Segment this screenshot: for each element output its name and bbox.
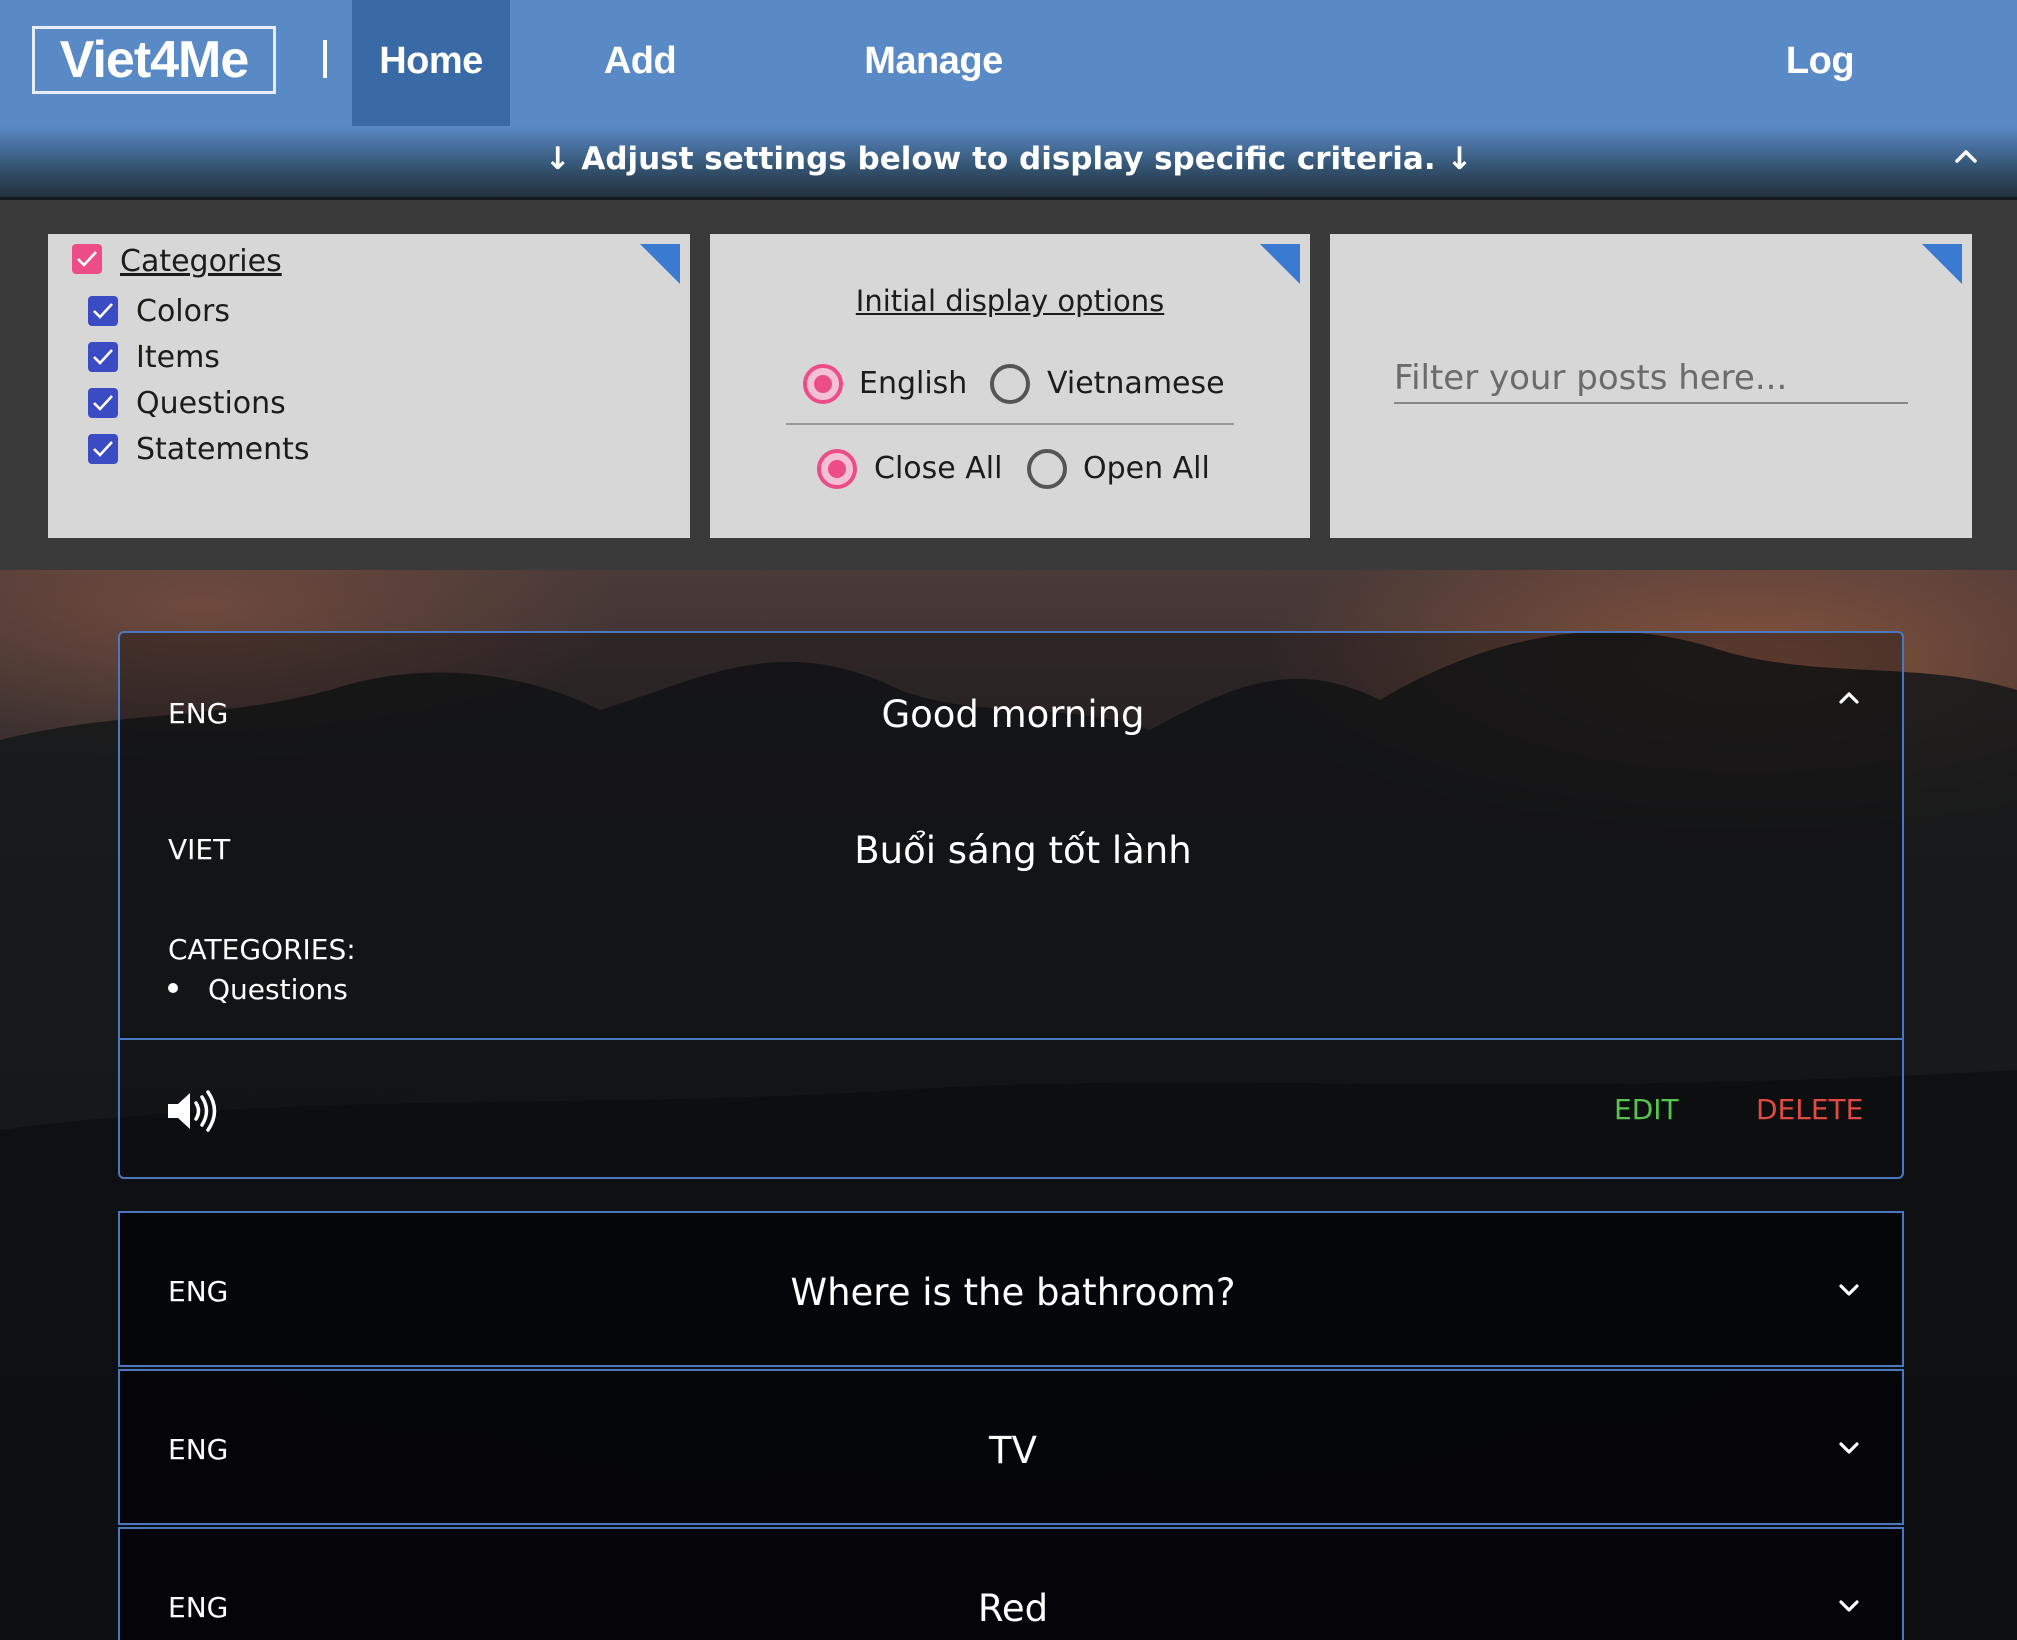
post-card-collapsed[interactable]: ENG TV (118, 1369, 1904, 1525)
chevron-up-icon[interactable] (1952, 142, 1980, 170)
post-card-collapsed[interactable]: ENG Red (118, 1527, 1904, 1640)
delete-button[interactable]: DELETE (1756, 1093, 1863, 1126)
nav-separator (323, 40, 327, 78)
speaker-icon[interactable] (166, 1089, 222, 1133)
checkmark-icon (93, 349, 113, 365)
statements-checkbox[interactable] (88, 434, 118, 464)
colors-checkbox[interactable] (88, 296, 118, 326)
checkmark-icon (77, 251, 97, 267)
nav-logout-link[interactable]: Log out (1762, 0, 1878, 204)
english-phrase: Good morning (881, 693, 1145, 736)
chevron-down-icon[interactable] (1834, 1591, 1864, 1621)
checkmark-icon (93, 303, 113, 319)
checkmark-icon (93, 441, 113, 457)
category-label-items: Items (136, 340, 220, 375)
brand-logo[interactable]: Viet4Me (32, 26, 276, 94)
items-checkbox[interactable] (88, 342, 118, 372)
top-navbar: Viet4Me Home Add Content Manage Account … (0, 0, 2017, 204)
category-label-questions: Questions (136, 386, 286, 421)
chevron-down-icon[interactable] (1834, 1275, 1864, 1305)
vietnamese-radio-label[interactable]: Vietnamese (1047, 364, 1225, 404)
options-divider (786, 423, 1234, 425)
card-corner-triangle (1260, 244, 1300, 284)
edit-button[interactable]: EDIT (1614, 1093, 1679, 1126)
nav-manage-account-link[interactable]: Manage Account (802, 0, 1065, 204)
display-options-title: Initial display options (855, 284, 1165, 318)
display-options-card: Initial display options English Vietname… (710, 234, 1310, 538)
post-card-collapsed[interactable]: ENG Where is the bathroom? (118, 1211, 1904, 1367)
post-card-expanded: ENG Good morning VIET Buổi sáng tốt lành… (118, 631, 1904, 1179)
settings-hint-text: ↓ Adjust settings below to display speci… (544, 141, 1473, 177)
categories-all-checkbox[interactable] (72, 244, 102, 274)
questions-checkbox[interactable] (88, 388, 118, 418)
categories-title[interactable]: Categories (120, 242, 282, 282)
nav-home-link[interactable]: Home (352, 0, 510, 126)
vietnamese-radio[interactable] (990, 364, 1030, 404)
checkmark-icon (93, 395, 113, 411)
nav-add-content-link[interactable]: Add Content (540, 0, 740, 204)
category-tag: Questions (208, 973, 348, 1006)
english-phrase: Red (977, 1587, 1049, 1630)
english-radio-label[interactable]: English (859, 364, 967, 404)
close-all-radio-label[interactable]: Close All (874, 449, 1002, 489)
filter-panel: Categories Colors Items Questions Statem… (0, 200, 2017, 570)
category-label-colors: Colors (136, 294, 230, 329)
english-radio[interactable] (803, 364, 843, 404)
post-divider (120, 1038, 1902, 1040)
card-corner-triangle (1922, 244, 1962, 284)
settings-toggle-bar[interactable]: ↓ Adjust settings below to display speci… (0, 126, 2017, 200)
category-label-statements: Statements (136, 432, 310, 467)
categories-card: Categories Colors Items Questions Statem… (48, 234, 690, 538)
categories-list: Questions (168, 973, 348, 1006)
bullet-icon (168, 983, 178, 993)
chevron-down-icon[interactable] (1834, 1433, 1864, 1463)
english-phrase: TV (989, 1429, 1037, 1472)
card-corner-triangle (640, 244, 680, 284)
open-all-radio-label[interactable]: Open All (1083, 449, 1210, 489)
vietnamese-phrase: Buổi sáng tốt lành (854, 829, 1192, 872)
filter-posts-input[interactable] (1394, 354, 1908, 404)
categories-heading: CATEGORIES: (168, 933, 356, 966)
english-phrase: Where is the bathroom? (790, 1271, 1236, 1314)
search-card (1330, 234, 1972, 538)
chevron-up-icon[interactable] (1834, 683, 1864, 713)
close-all-radio[interactable] (817, 449, 857, 489)
open-all-radio[interactable] (1027, 449, 1067, 489)
